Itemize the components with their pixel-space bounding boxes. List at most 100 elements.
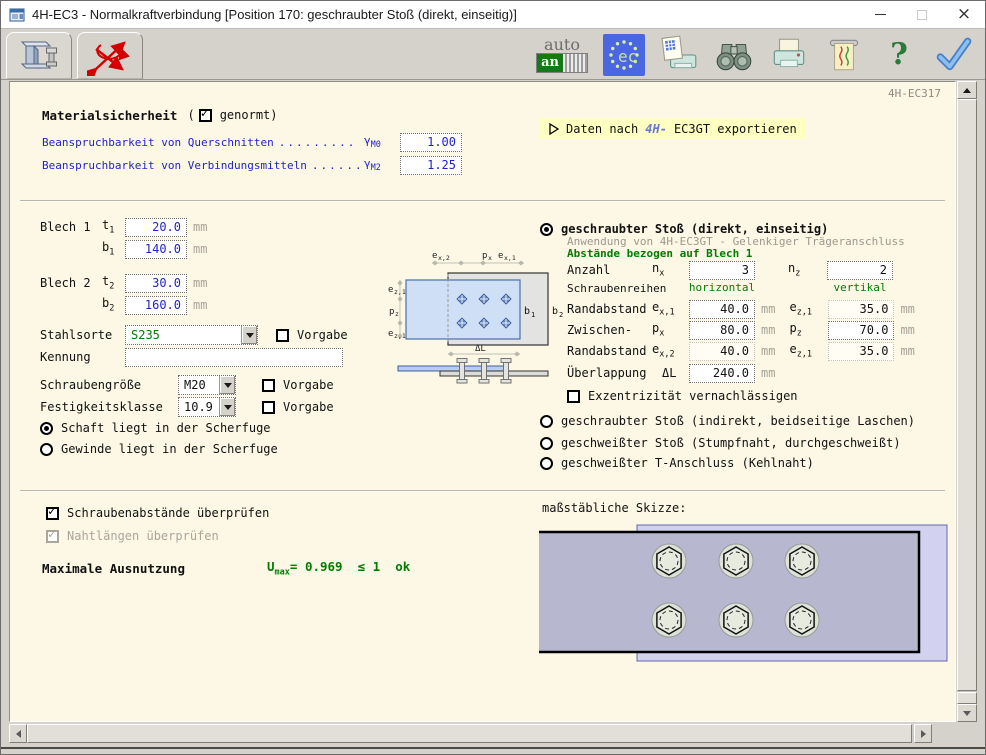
stoss-stumpfnaht-radio[interactable] [540,437,553,450]
stoss-indirekt-radio[interactable] [540,415,553,428]
minimize-button[interactable] [859,1,901,28]
arrow-right-icon [921,730,926,738]
stahlsorte-vorgabe-checkbox[interactable] [276,329,289,342]
kennung-field[interactable] [125,348,343,367]
t2-field[interactable]: 30.0 [125,274,187,293]
unit-mm: mm [193,220,207,234]
unit-mm: mm [761,344,775,358]
help-button[interactable]: ? [878,34,920,76]
svg-text:x,2: x,2 [438,254,450,262]
dropdown-button[interactable] [241,326,257,344]
paren-open: ( [187,108,194,122]
scale-sketch [539,522,953,664]
ez1-field[interactable]: 35.0 [828,342,894,361]
ex2-field[interactable]: 40.0 [689,342,755,361]
svg-text:z: z [395,310,399,318]
check-icon: ✓ [48,528,56,542]
pz-field[interactable]: 70.0 [828,321,894,340]
loads-tab[interactable] [77,32,143,79]
scroll-down-button[interactable] [957,704,977,722]
unit-mm: mm [900,344,914,358]
protocol-button[interactable] [823,34,865,76]
subscript: 2 [109,304,114,314]
unit-mm: mm [761,302,775,316]
ez1-field[interactable]: 35.0 [828,300,894,319]
b2-field[interactable]: 160.0 [125,296,187,315]
festigkeitsklasse-dropdown[interactable]: 10.9 [178,397,236,417]
schaft-radio[interactable] [40,422,53,435]
t1-field[interactable]: 20.0 [125,218,187,237]
protocol-icon [823,34,865,76]
leader-dots: ............ [279,136,359,149]
vertical-scroll-thumb[interactable] [957,99,977,691]
genormt-label: genormt) [220,108,278,122]
horizontal-scroll-thumb[interactable] [27,724,912,743]
auto-toggle[interactable]: auto an [534,37,590,73]
print-button[interactable] [768,34,810,76]
unit-mm: mm [900,302,914,316]
schraubengroesse-label: Schraubengröße [40,378,178,392]
gamma-subscript: M2 [371,163,381,173]
vertical-scrollbar[interactable] [957,81,977,722]
minimize-icon [875,14,886,15]
gewinde-label: Gewinde liegt in der Scherfuge [61,442,278,456]
svg-text:z,1: z,1 [394,332,406,340]
maximize-button[interactable] [901,1,943,28]
stoss-direkt-radio[interactable] [540,223,553,236]
export-button[interactable]: Daten nach 4H- EC3GT exportieren [540,118,806,139]
scroll-thumb-end[interactable] [957,692,977,704]
t-anschluss-radio[interactable] [540,457,553,470]
separator [20,200,945,202]
nx-field[interactable]: 3 [689,261,755,280]
dropdown-button[interactable] [219,376,235,394]
confirm-button[interactable] [933,34,975,76]
unit-mm: mm [193,298,207,312]
stahlsorte-dropdown[interactable]: S235 [125,325,258,345]
ex1-field[interactable]: 40.0 [689,300,755,319]
chevron-down-icon [224,405,232,410]
svg-text:p: p [482,251,487,261]
separator [20,490,945,492]
px-field[interactable]: 80.0 [689,321,755,340]
checkmark-icon [933,34,975,76]
gamma-m0-field[interactable]: 1.00 [400,133,462,152]
scroll-up-button[interactable] [957,81,977,99]
eurocode-icon: ec [604,35,644,75]
nz-field[interactable]: 2 [827,261,893,280]
schraubengroesse-vorgabe-checkbox[interactable] [262,379,275,392]
close-button[interactable]: × [943,1,985,28]
scroll-left-button[interactable] [9,724,27,743]
printer-icon [768,34,810,76]
horizontal-scrollbar[interactable] [9,724,932,743]
svg-text:b: b [524,306,530,317]
subscript: x,1 [659,308,674,318]
leader-dots: ......... [312,159,359,172]
schraubenabstaende-checkbox[interactable]: ✓ [46,507,59,520]
b1-field[interactable]: 140.0 [125,240,187,259]
eurocode-button[interactable]: ec [603,34,645,76]
gamma-m2-field[interactable]: 1.25 [400,156,462,175]
vorgabe-label: Vorgabe [297,328,348,342]
subscript: x [659,329,664,339]
play-icon [549,123,559,135]
schraubengroesse-dropdown[interactable]: M20 [178,375,236,395]
festigkeitsklasse-vorgabe-checkbox[interactable] [262,401,275,414]
check-icon: ✓ [201,107,209,121]
genormt-checkbox[interactable]: ✓ [199,109,212,122]
vorgabe-label: Vorgabe [283,378,334,392]
toolbar-actions: auto an ec [534,32,975,77]
dropdown-button[interactable] [219,398,235,416]
ueberlappung-field[interactable]: 240.0 [689,364,755,383]
svg-text:x: x [488,254,492,262]
plate-inputs: Blech 1 t1 20.0 mm b1 140.0 mm Blech 2 t… [40,217,380,467]
print-preview-button[interactable] [658,34,700,76]
window-bottom-edge [1,747,985,749]
connection-tab[interactable] [6,32,72,79]
ueberlappung-label: Überlappung [567,366,662,380]
scroll-right-button[interactable] [914,724,932,743]
gewinde-radio[interactable] [40,443,53,456]
svg-text:e: e [388,285,393,295]
exzentrizitaet-checkbox[interactable] [567,390,580,403]
search-button[interactable] [713,34,755,76]
close-icon: × [957,6,971,23]
